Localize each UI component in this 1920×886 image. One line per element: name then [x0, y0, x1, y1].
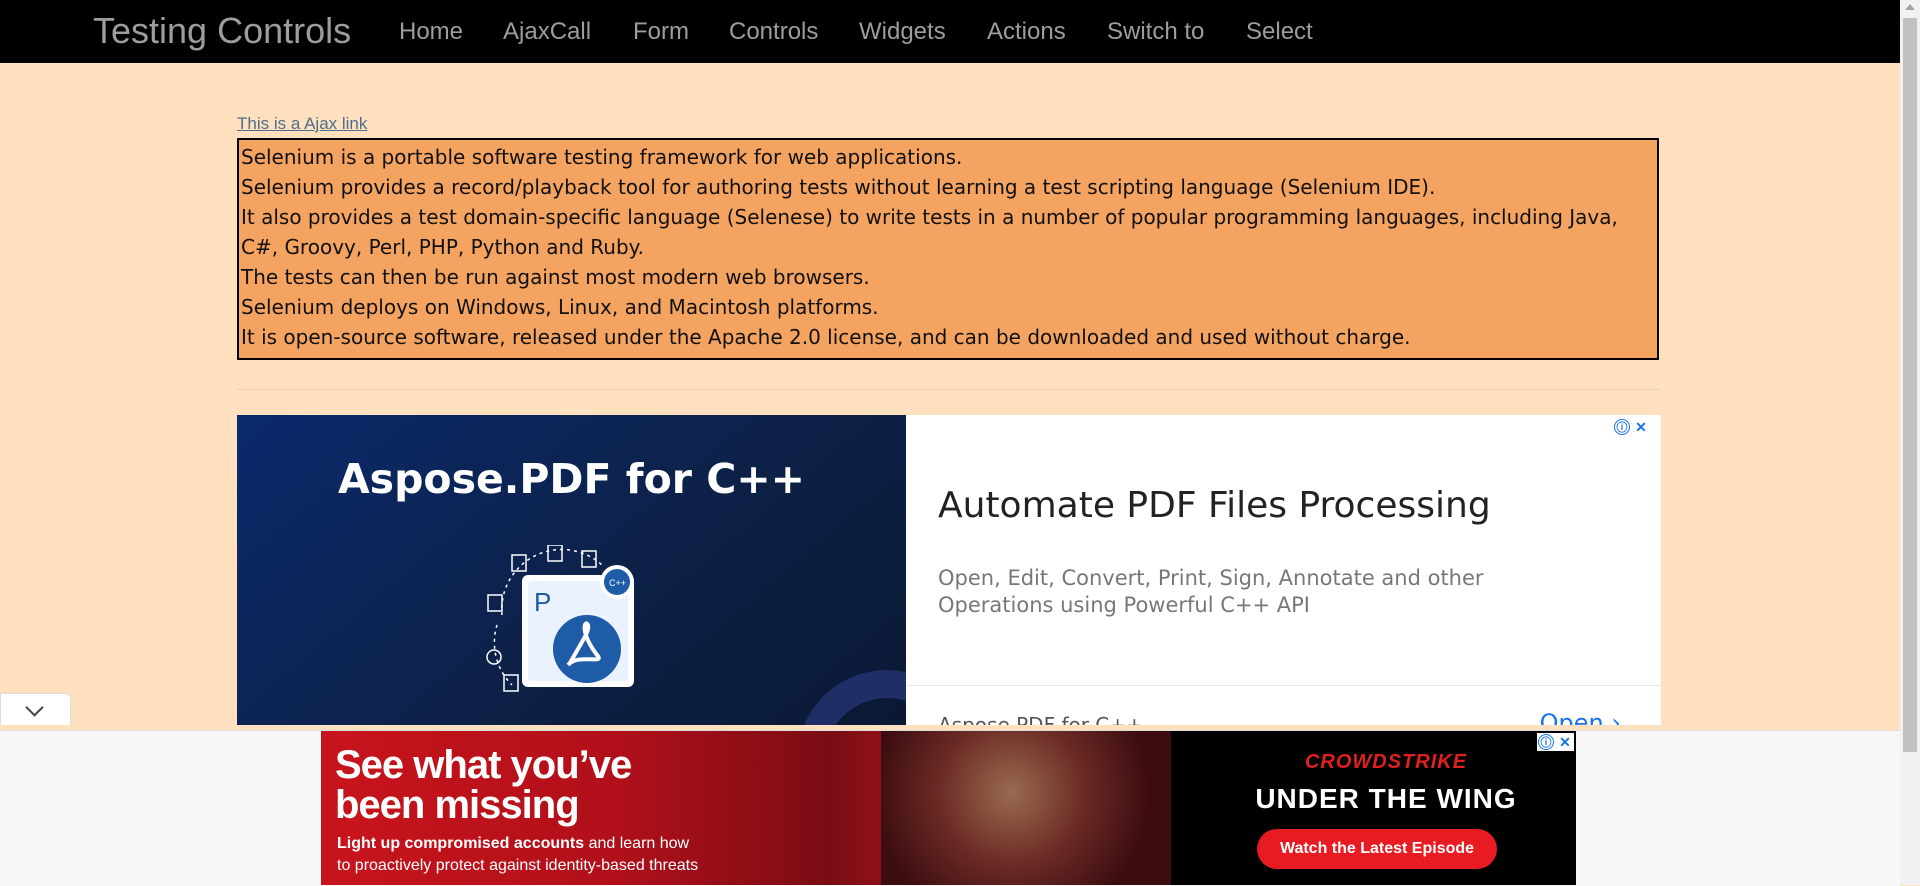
- ad-image-panel[interactable]: Aspose.PDF for C++ P C++: [237, 415, 906, 725]
- top-navbar: Testing Controls Home AjaxCall Form Cont…: [0, 0, 1900, 63]
- info-line: The tests can then be run against most m…: [241, 265, 870, 289]
- brand-title[interactable]: Testing Controls: [93, 11, 351, 51]
- info-line: Selenium deploys on Windows, Linux, and …: [241, 295, 879, 319]
- nav-switch-to[interactable]: Switch to: [1107, 18, 1204, 46]
- nav-ajaxcall[interactable]: AjaxCall: [503, 18, 591, 46]
- ad-subtext-bold: Light up compromised accounts: [337, 835, 585, 852]
- info-line: Selenium provides a record/playback tool…: [241, 175, 1436, 199]
- watch-episode-button[interactable]: Watch the Latest Episode: [1257, 829, 1497, 869]
- ad-close-icon[interactable]: ✕: [1633, 419, 1649, 435]
- chevron-down-icon: [25, 698, 44, 717]
- selenium-info-box: Selenium is a portable software testing …: [237, 138, 1659, 360]
- ad-info-icon[interactable]: ⓘ: [1614, 419, 1630, 435]
- info-line: It also provides a test domain-specific …: [241, 205, 1618, 259]
- nav-form[interactable]: Form: [633, 18, 689, 46]
- crowdstrike-ad[interactable]: See what you’ve been missing Light up co…: [321, 731, 1576, 885]
- ad-subtext-rest: and learn how: [584, 835, 690, 852]
- ad-footer-text: Aspose.PDF for C++: [938, 713, 1143, 725]
- ad-controls: ⓘ ✕: [1614, 419, 1649, 435]
- ad-tagline: UNDER THE WING: [1255, 783, 1517, 814]
- nav-home[interactable]: Home: [399, 18, 463, 46]
- ad-photo: [881, 731, 1171, 885]
- nav-controls[interactable]: Controls: [729, 18, 818, 46]
- ad-icon-badge: C++: [609, 578, 626, 588]
- ad-close-icon[interactable]: ✕: [1557, 734, 1573, 750]
- nav-select[interactable]: Select: [1246, 18, 1313, 46]
- crowdstrike-logo: CROWDSTRIKE: [1304, 751, 1468, 773]
- sticky-ad-collapse-tab[interactable]: [0, 693, 71, 725]
- ad-open-button[interactable]: Open ›: [1540, 709, 1621, 725]
- info-line: It is open-source software, released und…: [241, 325, 1411, 349]
- ad-open-label: Open: [1539, 709, 1604, 725]
- nav-widgets[interactable]: Widgets: [859, 18, 946, 46]
- ad-headline: See what you’ve been missing: [335, 743, 632, 827]
- ad-subtext-line2: to proactively protect against identity-…: [337, 857, 699, 874]
- section-divider: [237, 389, 1661, 390]
- pdf-product-icon: P C++: [486, 545, 634, 692]
- ad-product-title: Aspose.PDF for C++: [337, 455, 806, 503]
- ad-description: Open, Edit, Convert, Print, Sign, Annota…: [938, 566, 1484, 617]
- ad-icon-letter: P: [534, 587, 551, 617]
- decorative-arc: [797, 670, 906, 725]
- chevron-right-icon: ›: [1611, 709, 1621, 725]
- scroll-up-arrow-icon[interactable]: [1905, 4, 1915, 10]
- aspose-ad-banner[interactable]: Aspose.PDF for C++ P C++ ⓘ ✕ Automate PD…: [237, 415, 1661, 725]
- ad-divider: [906, 685, 1661, 686]
- ad-text-panel[interactable]: ⓘ ✕ Automate PDF Files Processing Open, …: [906, 415, 1661, 725]
- ad-info-icon[interactable]: ⓘ: [1538, 734, 1554, 750]
- sticky-ad-controls: ⓘ ✕: [1537, 733, 1574, 751]
- scroll-thumb[interactable]: [1903, 18, 1917, 752]
- ad-headline-line2: been missing: [335, 783, 580, 827]
- info-line: Selenium is a portable software testing …: [241, 145, 963, 169]
- ad-subtext: Light up compromised accounts and learn …: [337, 833, 698, 877]
- ajax-link[interactable]: This is a Ajax link: [237, 114, 367, 134]
- vertical-scrollbar[interactable]: [1900, 0, 1920, 885]
- nav-actions[interactable]: Actions: [987, 18, 1066, 46]
- ad-headline-line1: See what you’ve: [335, 743, 632, 787]
- ad-heading[interactable]: Automate PDF Files Processing: [938, 485, 1491, 526]
